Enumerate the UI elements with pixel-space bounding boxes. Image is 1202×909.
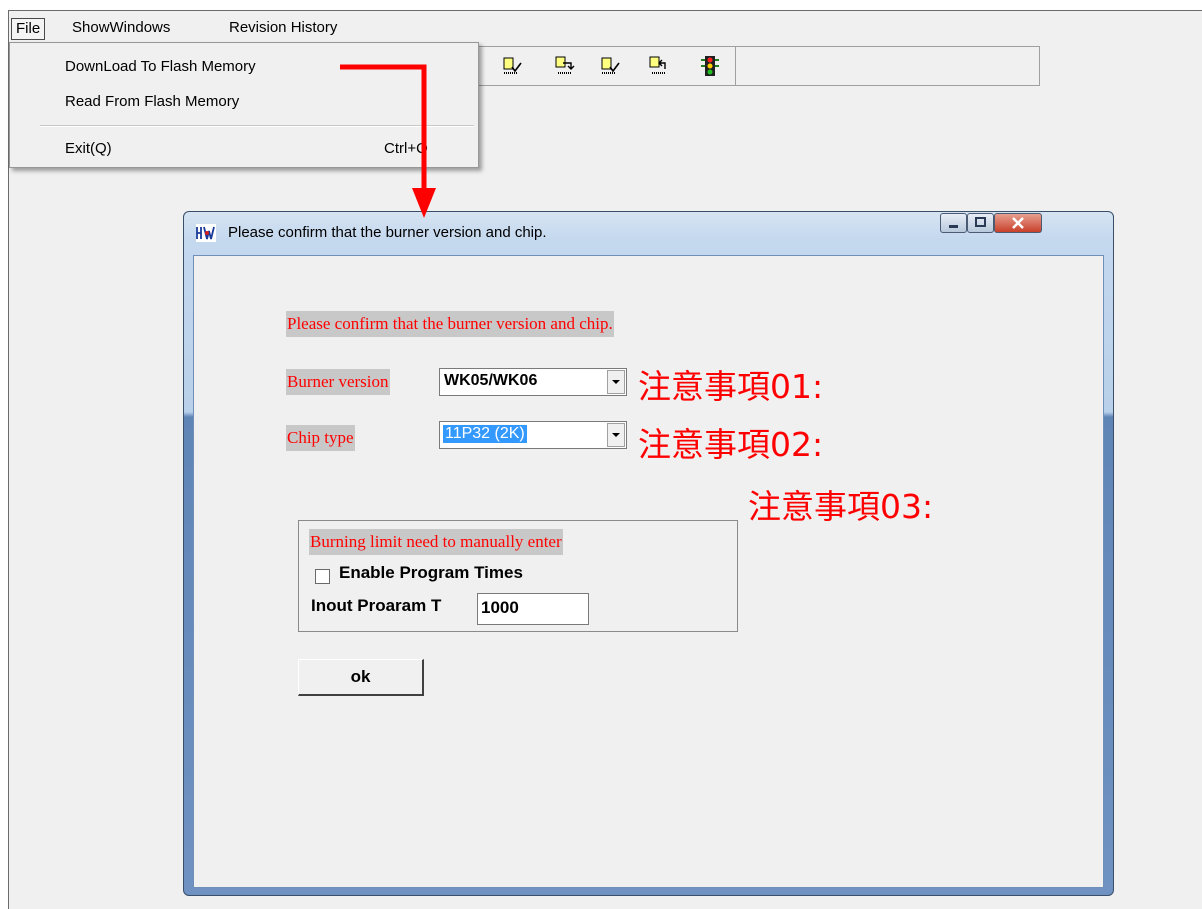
file-menu-dropdown: DownLoad To Flash Memory Read From Flash… bbox=[9, 42, 479, 168]
toolbar-separator bbox=[735, 47, 736, 85]
chip-type-select[interactable]: 11P32 (2K) bbox=[439, 421, 627, 449]
close-button[interactable] bbox=[994, 213, 1042, 233]
menu-item-exit[interactable]: Exit(Q) bbox=[65, 140, 112, 157]
dialog-title: Please confirm that the burner version a… bbox=[228, 224, 547, 241]
toolbar bbox=[470, 46, 1040, 86]
chevron-down-icon bbox=[612, 380, 620, 384]
program-times-input[interactable]: 1000 bbox=[477, 593, 589, 625]
dialog-client-area: Please confirm that the burner version a… bbox=[193, 255, 1104, 888]
menu-show-windows[interactable]: ShowWindows bbox=[67, 18, 175, 38]
confirm-dialog: Please confirm that the burner version a… bbox=[183, 211, 1114, 896]
burner-dropdown-button[interactable] bbox=[607, 370, 625, 394]
burning-limit-heading: Burning limit need to manually enter bbox=[309, 529, 563, 555]
annotation-note-1: 注意事項01: bbox=[638, 367, 824, 406]
enable-program-times-label[interactable]: Enable Program Times bbox=[339, 563, 523, 583]
menu-separator bbox=[40, 125, 474, 127]
minimize-icon bbox=[949, 225, 958, 228]
menu-revision-history[interactable]: Revision History bbox=[224, 18, 342, 38]
menu-bar: File ShowWindows Revision History bbox=[9, 16, 1202, 40]
chip-dropdown-button[interactable] bbox=[607, 423, 625, 447]
chip-type-label: Chip type bbox=[286, 425, 355, 451]
chip-verify-icon[interactable] bbox=[599, 55, 621, 77]
chip-read-icon[interactable] bbox=[647, 55, 669, 77]
maximize-button[interactable] bbox=[967, 213, 994, 233]
maximize-icon bbox=[975, 217, 986, 227]
menu-file[interactable]: File bbox=[11, 18, 46, 40]
annotation-note-2: 注意事項02: bbox=[638, 425, 824, 464]
traffic-light-icon[interactable] bbox=[699, 55, 721, 77]
close-icon bbox=[1012, 217, 1024, 229]
enable-program-times-checkbox[interactable] bbox=[315, 569, 330, 584]
dialog-heading: Please confirm that the burner version a… bbox=[286, 311, 614, 337]
minimize-button[interactable] bbox=[940, 213, 967, 233]
annotation-note-3: 注意事項03: bbox=[748, 487, 934, 526]
chip-download-icon[interactable] bbox=[553, 55, 575, 77]
chevron-down-icon bbox=[612, 433, 620, 437]
chip-check-icon[interactable] bbox=[501, 55, 523, 77]
burning-limit-group: Burning limit need to manually enter Ena… bbox=[298, 520, 738, 632]
menu-item-exit-shortcut: Ctrl+Q bbox=[384, 140, 428, 157]
app-logo-icon bbox=[196, 224, 216, 242]
chip-type-value: 11P32 (2K) bbox=[443, 425, 527, 443]
burner-version-label: Burner version bbox=[286, 369, 390, 395]
burner-version-value: WK05/WK06 bbox=[444, 372, 538, 389]
menu-item-read-flash[interactable]: Read From Flash Memory bbox=[65, 93, 239, 110]
ok-button[interactable]: ok bbox=[298, 659, 424, 696]
menu-item-download-flash[interactable]: DownLoad To Flash Memory bbox=[65, 58, 256, 75]
input-program-times-label: Inout Proaram T bbox=[311, 596, 442, 615]
burner-version-select[interactable]: WK05/WK06 bbox=[439, 368, 627, 396]
